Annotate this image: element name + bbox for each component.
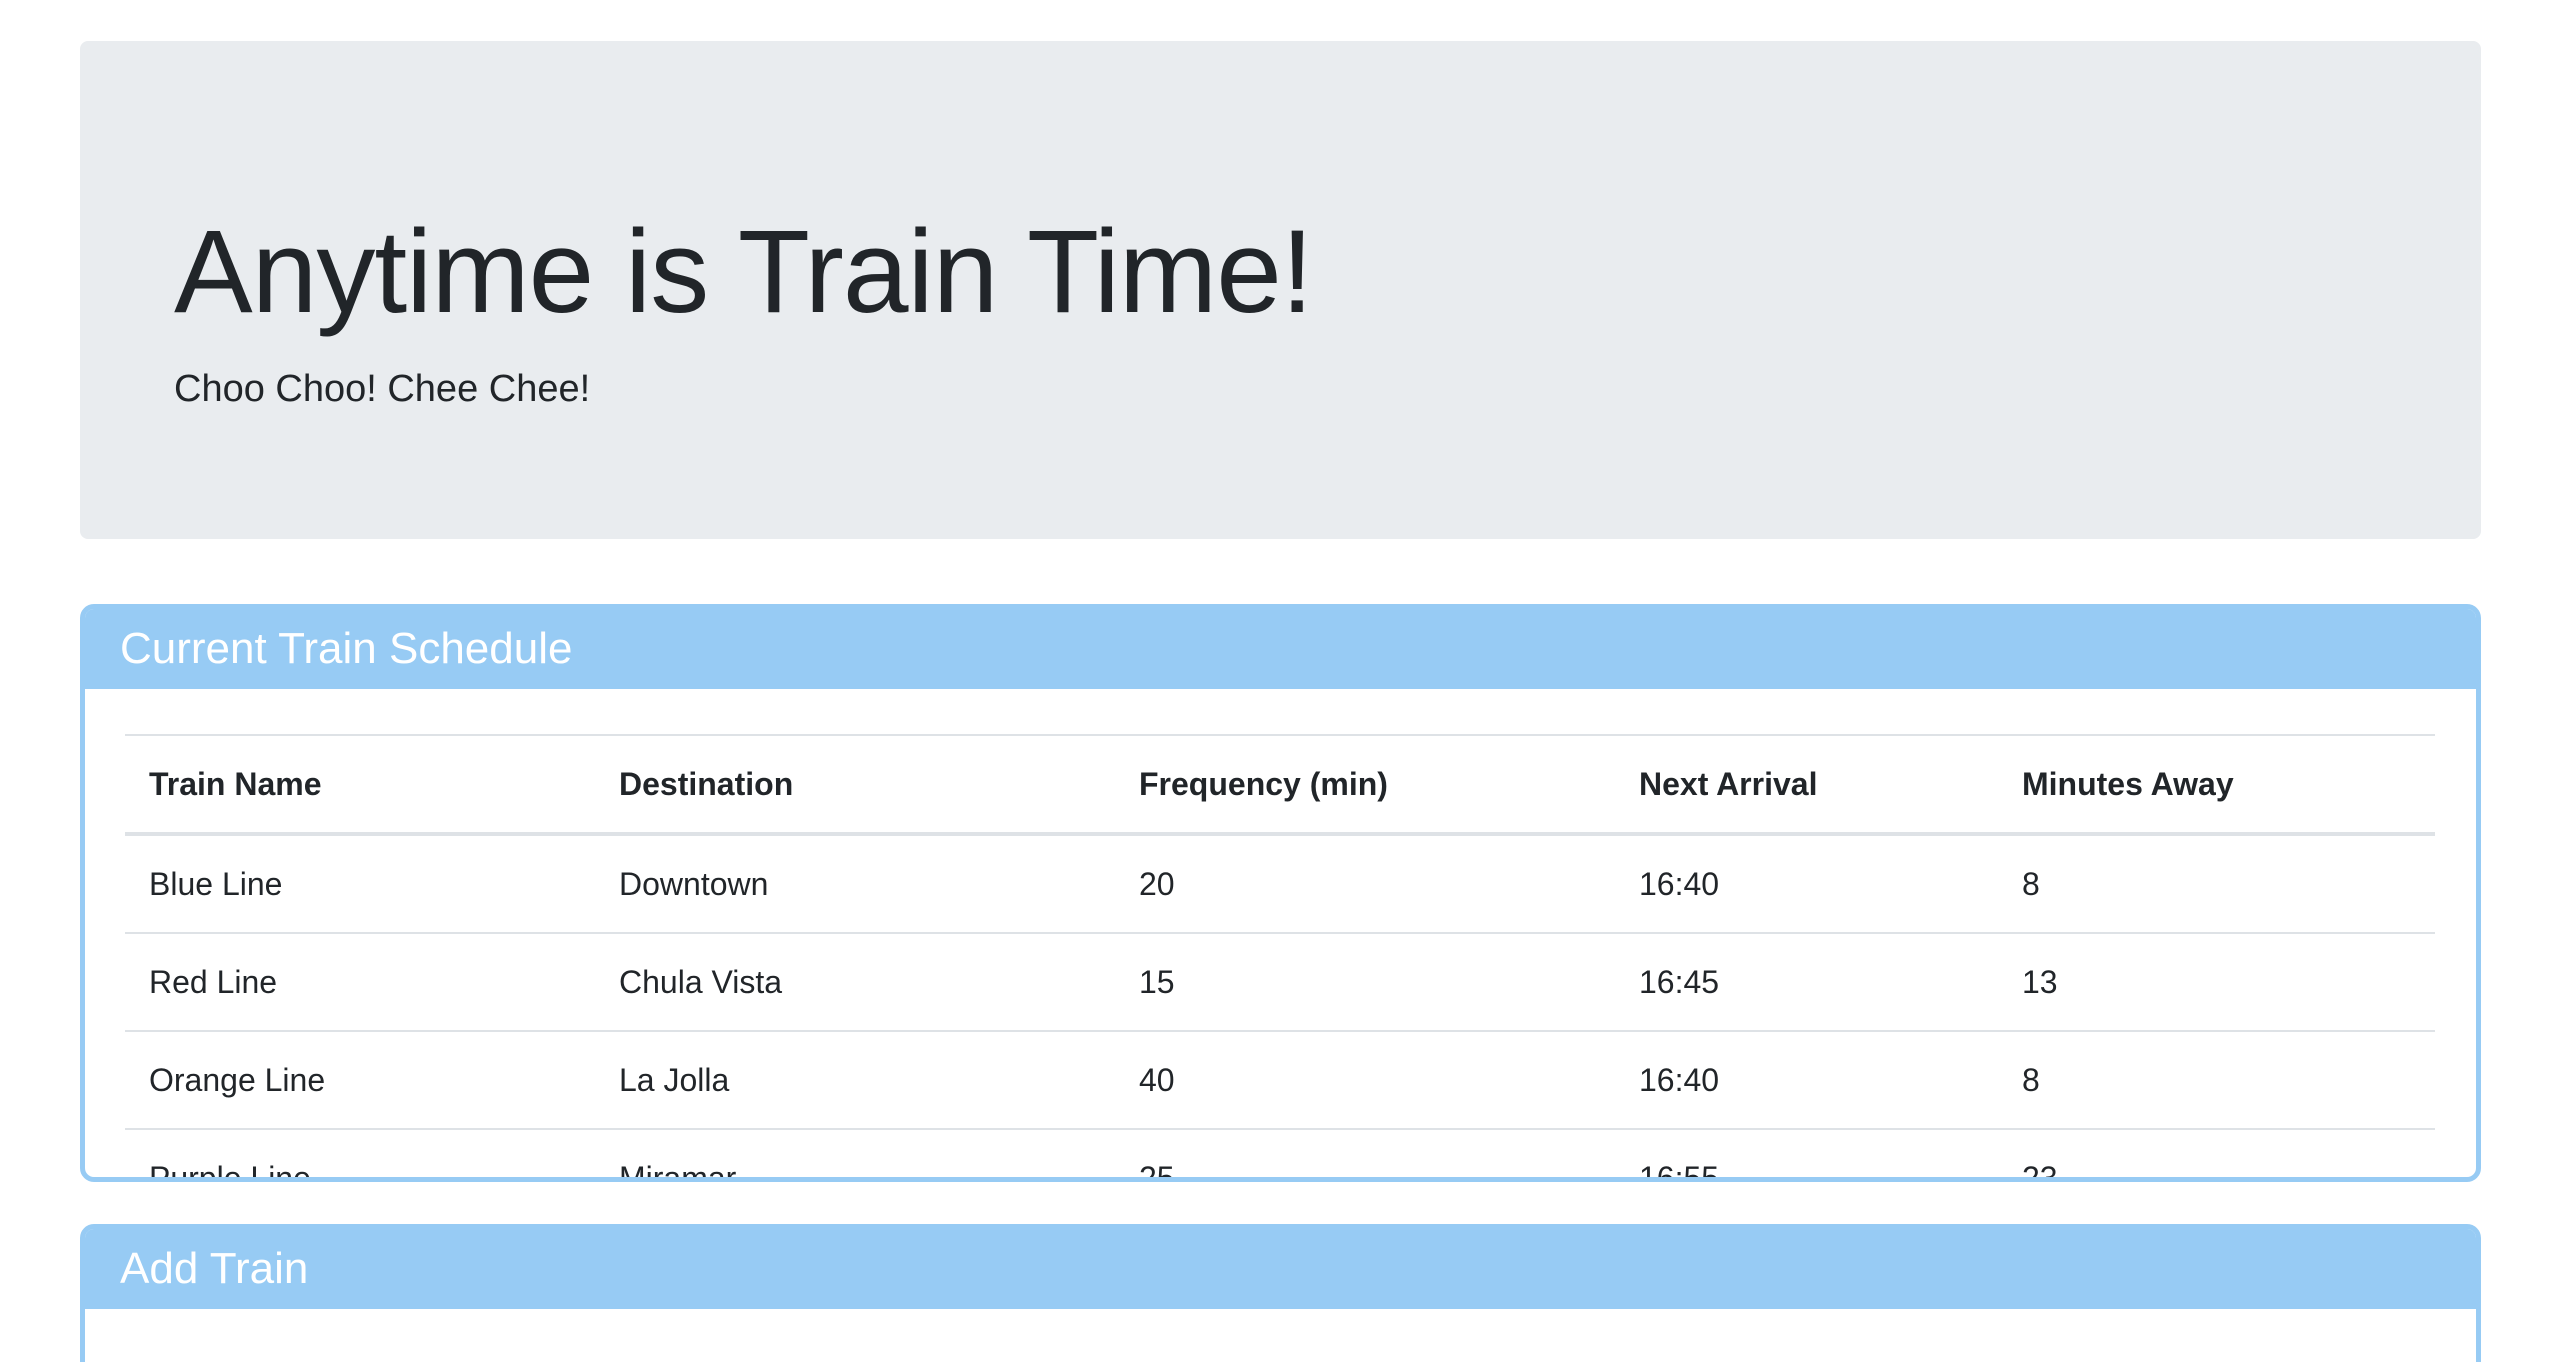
cell-train-name: Purple Line [125,1128,595,1177]
cell-train-name: Blue Line [125,833,595,933]
table-row: Orange Line La Jolla 40 16:40 8 [125,1030,2435,1129]
cell-destination: Chula Vista [595,932,1115,1031]
cell-destination: La Jolla [595,1030,1115,1129]
train-schedule-body: Train Name Destination Frequency (min) N… [125,734,2435,1177]
column-header-train-name: Train Name [125,734,595,836]
add-train-title: Add Train [120,1244,309,1293]
add-train-card: Add Train [80,1224,2481,1362]
cell-minutes-away: 13 [1998,932,2435,1031]
train-schedule-header: Current Train Schedule [85,609,2476,689]
jumbotron: Anytime is Train Time! Choo Choo! Chee C… [80,41,2481,539]
table-header-row: Train Name Destination Frequency (min) N… [125,734,2435,836]
cell-destination: Miramar [595,1128,1115,1177]
cell-minutes-away: 23 [1998,1128,2435,1177]
page: Anytime is Train Time! Choo Choo! Chee C… [0,0,2560,1362]
train-schedule-title: Current Train Schedule [120,624,573,673]
page-subtitle: Choo Choo! Chee Chee! [174,368,591,410]
cell-next-arrival: 16:55 [1615,1128,1998,1177]
column-header-next-arrival: Next Arrival [1615,734,1998,836]
cell-frequency: 25 [1115,1128,1615,1177]
column-header-minutes-away: Minutes Away [1998,734,2435,836]
cell-minutes-away: 8 [1998,833,2435,933]
column-header-destination: Destination [595,734,1115,836]
column-header-frequency: Frequency (min) [1115,734,1615,836]
table-row: Red Line Chula Vista 15 16:45 13 [125,932,2435,1031]
cell-next-arrival: 16:40 [1615,833,1998,933]
train-schedule-table: Train Name Destination Frequency (min) N… [125,734,2435,1177]
table-row: Purple Line Miramar 25 16:55 23 [125,1128,2435,1177]
cell-destination: Downtown [595,833,1115,933]
add-train-header: Add Train [85,1229,2476,1309]
cell-frequency: 20 [1115,833,1615,933]
cell-train-name: Orange Line [125,1030,595,1129]
cell-minutes-away: 8 [1998,1030,2435,1129]
train-schedule-card[interactable]: Current Train Schedule Train Name Destin… [80,604,2481,1182]
cell-next-arrival: 16:40 [1615,1030,1998,1129]
cell-frequency: 40 [1115,1030,1615,1129]
table-row: Blue Line Downtown 20 16:40 8 [125,833,2435,933]
cell-train-name: Red Line [125,932,595,1031]
page-title: Anytime is Train Time! [174,206,1314,338]
cell-frequency: 15 [1115,932,1615,1031]
cell-next-arrival: 16:45 [1615,932,1998,1031]
